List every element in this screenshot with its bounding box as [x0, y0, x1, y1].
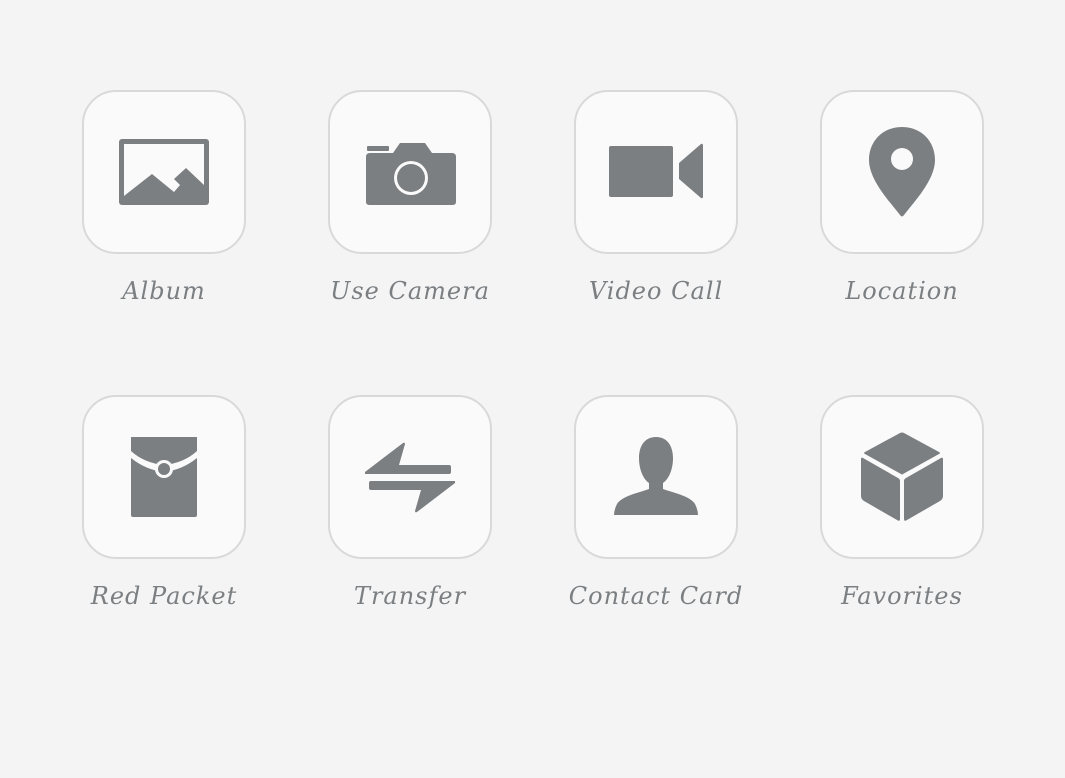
red-packet-button[interactable]: Red Packet — [64, 395, 264, 635]
map-pin-icon — [869, 127, 935, 217]
location-label: Location — [845, 277, 959, 305]
favorites-button[interactable]: Favorites — [802, 395, 1002, 635]
album-label: Album — [122, 277, 206, 305]
album-tile[interactable] — [82, 90, 246, 254]
video-call-label: Video Call — [588, 277, 724, 305]
cube-icon — [861, 432, 943, 521]
transfer-tile[interactable] — [328, 395, 492, 559]
album-button[interactable]: Album — [64, 90, 264, 330]
transfer-arrows-icon — [365, 442, 455, 513]
favorites-label: Favorites — [841, 582, 963, 610]
video-call-tile[interactable] — [574, 90, 738, 254]
video-call-button[interactable]: Video Call — [556, 90, 756, 330]
image-icon — [119, 139, 209, 205]
contact-card-label: Contact Card — [568, 582, 744, 610]
red-packet-tile[interactable] — [82, 395, 246, 559]
transfer-button[interactable]: Transfer — [310, 395, 510, 635]
person-icon — [614, 437, 698, 515]
contact-card-button[interactable]: Contact Card — [556, 395, 756, 635]
contact-card-tile[interactable] — [574, 395, 738, 559]
video-camera-icon — [609, 143, 703, 199]
red-packet-label: Red Packet — [90, 582, 238, 610]
transfer-label: Transfer — [353, 582, 467, 610]
use-camera-tile[interactable] — [328, 90, 492, 254]
location-button[interactable]: Location — [802, 90, 1002, 330]
camera-icon — [366, 143, 456, 205]
attachment-actions-panel: Album Use Camera Video Call Location Red… — [0, 0, 1065, 778]
red-packet-icon — [129, 437, 199, 517]
use-camera-button[interactable]: Use Camera — [310, 90, 510, 330]
use-camera-label: Use Camera — [330, 277, 490, 305]
favorites-tile[interactable] — [820, 395, 984, 559]
location-tile[interactable] — [820, 90, 984, 254]
